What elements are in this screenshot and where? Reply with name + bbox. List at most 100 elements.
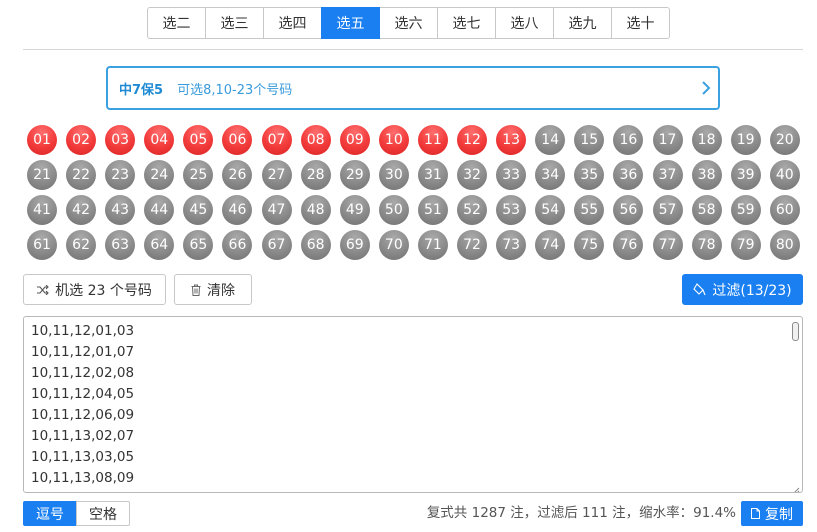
number-ball-50[interactable]: 50: [378, 195, 409, 225]
tab-10[interactable]: 选十: [611, 7, 670, 39]
number-ball-01[interactable]: 01: [27, 125, 57, 155]
scrollbar[interactable]: [790, 319, 800, 490]
number-ball-43[interactable]: 43: [105, 195, 136, 225]
number-ball-37[interactable]: 37: [652, 160, 683, 190]
random-pick-button[interactable]: 机选 23 个号码: [23, 274, 166, 305]
space-separator-button[interactable]: 空格: [76, 501, 130, 526]
number-ball-26[interactable]: 26: [222, 160, 253, 190]
number-ball-28[interactable]: 28: [300, 160, 331, 190]
number-ball-33[interactable]: 33: [496, 160, 527, 190]
number-ball-53[interactable]: 53: [496, 195, 527, 225]
number-ball-31[interactable]: 31: [417, 160, 448, 190]
number-ball-67[interactable]: 67: [261, 230, 292, 260]
number-ball-78[interactable]: 78: [691, 230, 722, 260]
number-ball-60[interactable]: 60: [769, 195, 800, 225]
number-ball-03[interactable]: 03: [105, 125, 136, 155]
number-ball-45[interactable]: 45: [183, 195, 214, 225]
number-ball-14[interactable]: 14: [535, 125, 566, 155]
number-ball-22[interactable]: 22: [66, 160, 97, 190]
number-ball-32[interactable]: 32: [457, 160, 488, 190]
number-ball-21[interactable]: 21: [27, 160, 57, 190]
number-ball-10[interactable]: 10: [378, 125, 409, 155]
number-ball-52[interactable]: 52: [457, 195, 488, 225]
number-ball-58[interactable]: 58: [691, 195, 722, 225]
number-ball-79[interactable]: 79: [730, 230, 761, 260]
number-ball-24[interactable]: 24: [144, 160, 175, 190]
number-ball-07[interactable]: 07: [261, 125, 292, 155]
number-ball-55[interactable]: 55: [574, 195, 605, 225]
number-ball-41[interactable]: 41: [27, 195, 57, 225]
number-ball-54[interactable]: 54: [535, 195, 566, 225]
resize-handle-icon[interactable]: [791, 481, 800, 492]
number-ball-19[interactable]: 19: [730, 125, 761, 155]
number-ball-76[interactable]: 76: [613, 230, 644, 260]
number-ball-05[interactable]: 05: [183, 125, 214, 155]
number-ball-30[interactable]: 30: [378, 160, 409, 190]
tab-7[interactable]: 选七: [437, 7, 496, 39]
number-ball-46[interactable]: 46: [222, 195, 253, 225]
number-ball-75[interactable]: 75: [574, 230, 605, 260]
number-ball-25[interactable]: 25: [183, 160, 214, 190]
number-ball-13[interactable]: 13: [496, 125, 527, 155]
result-textarea[interactable]: 10,11,12,01,03 10,11,12,01,07 10,11,12,02,…: [23, 316, 803, 493]
scrollbar-thumb[interactable]: [792, 322, 799, 341]
number-ball-06[interactable]: 06: [222, 125, 253, 155]
number-ball-65[interactable]: 65: [183, 230, 214, 260]
tab-2[interactable]: 选二: [147, 7, 206, 39]
number-ball-04[interactable]: 04: [144, 125, 175, 155]
comma-separator-button[interactable]: 逗号: [23, 501, 77, 526]
number-ball-40[interactable]: 40: [769, 160, 800, 190]
number-ball-77[interactable]: 77: [652, 230, 683, 260]
number-ball-34[interactable]: 34: [535, 160, 566, 190]
number-ball-23[interactable]: 23: [105, 160, 136, 190]
number-ball-29[interactable]: 29: [339, 160, 370, 190]
number-ball-71[interactable]: 71: [417, 230, 448, 260]
tab-5[interactable]: 选五: [321, 7, 380, 39]
tab-9[interactable]: 选九: [553, 7, 612, 39]
number-ball-35[interactable]: 35: [574, 160, 605, 190]
number-ball-59[interactable]: 59: [730, 195, 761, 225]
number-ball-57[interactable]: 57: [652, 195, 683, 225]
number-ball-63[interactable]: 63: [105, 230, 136, 260]
number-ball-11[interactable]: 11: [417, 125, 448, 155]
number-ball-51[interactable]: 51: [417, 195, 448, 225]
number-ball-17[interactable]: 17: [652, 125, 683, 155]
copy-button[interactable]: 复制: [741, 501, 803, 526]
clear-button[interactable]: 清除: [174, 274, 252, 305]
number-ball-02[interactable]: 02: [66, 125, 97, 155]
number-ball-80[interactable]: 80: [769, 230, 800, 260]
number-ball-20[interactable]: 20: [769, 125, 800, 155]
rule-selector[interactable]: 中7保5 可选8,10-23个号码: [106, 66, 720, 110]
number-ball-12[interactable]: 12: [457, 125, 488, 155]
number-ball-38[interactable]: 38: [691, 160, 722, 190]
number-ball-73[interactable]: 73: [496, 230, 527, 260]
number-ball-15[interactable]: 15: [574, 125, 605, 155]
filter-button[interactable]: 过滤(13/23): [682, 274, 803, 305]
tab-8[interactable]: 选八: [495, 7, 554, 39]
number-ball-68[interactable]: 68: [300, 230, 331, 260]
number-ball-69[interactable]: 69: [339, 230, 370, 260]
number-ball-36[interactable]: 36: [613, 160, 644, 190]
number-ball-72[interactable]: 72: [457, 230, 488, 260]
number-ball-49[interactable]: 49: [339, 195, 370, 225]
number-ball-42[interactable]: 42: [66, 195, 97, 225]
tab-3[interactable]: 选三: [205, 7, 264, 39]
number-ball-47[interactable]: 47: [261, 195, 292, 225]
number-ball-09[interactable]: 09: [339, 125, 370, 155]
number-ball-66[interactable]: 66: [222, 230, 253, 260]
number-ball-62[interactable]: 62: [66, 230, 97, 260]
number-ball-18[interactable]: 18: [691, 125, 722, 155]
number-ball-56[interactable]: 56: [613, 195, 644, 225]
number-ball-64[interactable]: 64: [144, 230, 175, 260]
number-ball-61[interactable]: 61: [27, 230, 57, 260]
number-ball-16[interactable]: 16: [613, 125, 644, 155]
number-ball-27[interactable]: 27: [261, 160, 292, 190]
number-ball-08[interactable]: 08: [300, 125, 331, 155]
tab-4[interactable]: 选四: [263, 7, 322, 39]
number-ball-39[interactable]: 39: [730, 160, 761, 190]
number-ball-48[interactable]: 48: [300, 195, 331, 225]
number-ball-74[interactable]: 74: [535, 230, 566, 260]
tab-6[interactable]: 选六: [379, 7, 438, 39]
number-ball-70[interactable]: 70: [378, 230, 409, 260]
number-ball-44[interactable]: 44: [144, 195, 175, 225]
